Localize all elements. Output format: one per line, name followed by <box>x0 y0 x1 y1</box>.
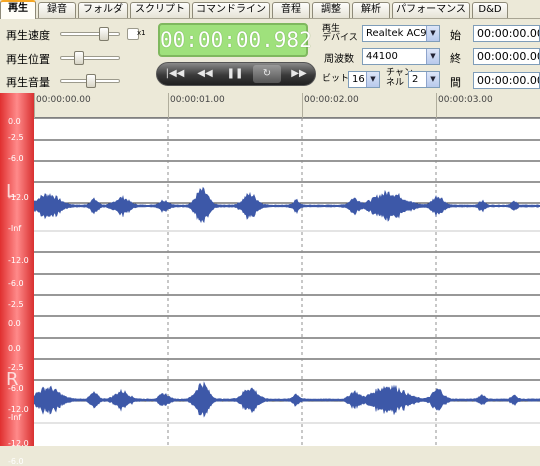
fast-forward-icon[interactable]: ▶▶ <box>285 65 313 83</box>
db-label: -6.0 <box>8 384 24 393</box>
speed-slider-thumb[interactable] <box>98 27 109 41</box>
db-label: -Inf <box>8 413 22 422</box>
freq-label: 周波数 <box>324 54 354 65</box>
rewind-icon[interactable]: ◀◀ <box>191 65 219 83</box>
time-display: 00:00:00.982 <box>158 23 312 57</box>
tab-bar: 再生 録音 フォルダ スクリプト コマンドライン 音程 調整 解析 パフォーマン… <box>0 0 540 19</box>
interval-label: 間 <box>450 76 461 89</box>
position-label: 再生位置 <box>6 53 50 66</box>
waveform-view[interactable]: 00:00:00.00 00:00:01.00 00:00:02.00 00:0… <box>0 93 540 466</box>
start-label: 始 <box>450 29 461 42</box>
db-label: -2.5 <box>8 363 24 372</box>
tab-performance[interactable]: パフォーマンス <box>392 2 470 18</box>
transport-bar: |◀◀ ◀◀ ❚❚ ↻ ▶▶ <box>156 62 316 86</box>
bit-select-value: 16 <box>352 74 365 85</box>
device-label-2: デバイス <box>322 33 358 43</box>
chevron-down-icon[interactable]: ▼ <box>426 49 439 64</box>
db-label: -Inf <box>8 224 22 233</box>
device-select[interactable]: Realtek AC9 ▼ <box>362 25 440 42</box>
db-label: -6.0 <box>8 279 24 288</box>
pause-icon[interactable]: ❚❚ <box>221 65 249 83</box>
ruler-tick-label: 00:00:00.00 <box>36 95 91 105</box>
ruler-tick-line <box>34 93 35 118</box>
volume-label: 再生音量 <box>6 76 50 89</box>
ruler-tick-label: 00:00:01.00 <box>170 95 225 105</box>
level-meter: L R 0.0 -2.5 -6.0 -12.0 -Inf -12.0 -6.0 -2.5 0.0… <box>0 93 34 466</box>
channel-select[interactable]: 2 ▼ <box>408 71 440 88</box>
ruler-tick-line <box>302 93 303 118</box>
waveform-left <box>34 186 540 224</box>
db-label: -6.0 <box>8 457 24 466</box>
speed-slider[interactable] <box>60 27 139 41</box>
ruler-tick-line <box>436 93 437 118</box>
bit-label: ビット <box>322 74 350 84</box>
tab-record[interactable]: 録音 <box>38 2 76 18</box>
db-label: 0.0 <box>8 117 21 126</box>
tab-adjust[interactable]: 調整 <box>312 2 350 18</box>
start-time-field[interactable]: 00:00:00.000 <box>473 25 540 42</box>
end-label: 終 <box>450 52 461 65</box>
db-label: -6.0 <box>8 154 24 163</box>
end-time-field[interactable]: 00:00:00.000 <box>473 48 540 65</box>
waveform-plot[interactable] <box>34 118 540 446</box>
tab-dnd[interactable]: D&D <box>472 2 508 18</box>
bit-select[interactable]: 16 ▼ <box>348 71 380 88</box>
ruler-tick-label: 00:00:02.00 <box>304 95 359 105</box>
speed-label: 再生速度 <box>6 29 50 42</box>
loop-icon[interactable]: ↻ <box>253 65 281 83</box>
waveform-right <box>34 381 540 418</box>
playback-panel: 再生速度 x1 再生位置 再生音量 00:00:00.982 |◀◀ ◀◀ ❚❚… <box>0 18 540 92</box>
channel-select-value: 2 <box>412 74 419 85</box>
db-label: -12.0 <box>8 193 29 202</box>
chevron-down-icon[interactable]: ▼ <box>366 72 379 87</box>
device-select-value: Realtek AC9 <box>366 28 427 39</box>
position-slider[interactable] <box>60 51 120 65</box>
db-label: -2.5 <box>8 300 24 309</box>
position-slider-thumb[interactable] <box>73 51 84 65</box>
channel-label-2: ネル <box>386 78 405 88</box>
db-label: 0.0 <box>8 319 21 328</box>
volume-slider[interactable] <box>60 74 120 88</box>
time-ruler[interactable]: 00:00:00.00 00:00:01.00 00:00:02.00 00:0… <box>34 93 540 118</box>
ruler-tick-label: 00:00:03.00 <box>438 95 493 105</box>
db-label: 0.0 <box>8 344 21 353</box>
interval-time-field[interactable]: 00:00:00.000 <box>473 72 540 89</box>
tab-playback[interactable]: 再生 <box>0 0 36 19</box>
tab-pitch[interactable]: 音程 <box>272 2 310 18</box>
gridlines <box>34 118 540 446</box>
freq-select-value: 44100 <box>366 51 398 62</box>
freq-select[interactable]: 44100 ▼ <box>362 48 440 65</box>
chevron-down-icon[interactable]: ▼ <box>426 26 439 41</box>
db-label: -12.0 <box>8 439 29 448</box>
chevron-down-icon[interactable]: ▼ <box>426 72 439 87</box>
volume-slider-thumb[interactable] <box>86 74 96 88</box>
db-label: -12.0 <box>8 256 29 265</box>
tab-commandline[interactable]: コマンドライン <box>192 2 270 18</box>
tab-folder[interactable]: フォルダ <box>78 2 128 18</box>
ruler-tick-line <box>168 93 169 118</box>
db-label: -2.5 <box>8 133 24 142</box>
tab-analysis[interactable]: 解析 <box>352 2 390 18</box>
speed-unit: x1 <box>137 29 146 37</box>
skip-start-icon[interactable]: |◀◀ <box>161 65 189 83</box>
tab-script[interactable]: スクリプト <box>130 2 190 18</box>
